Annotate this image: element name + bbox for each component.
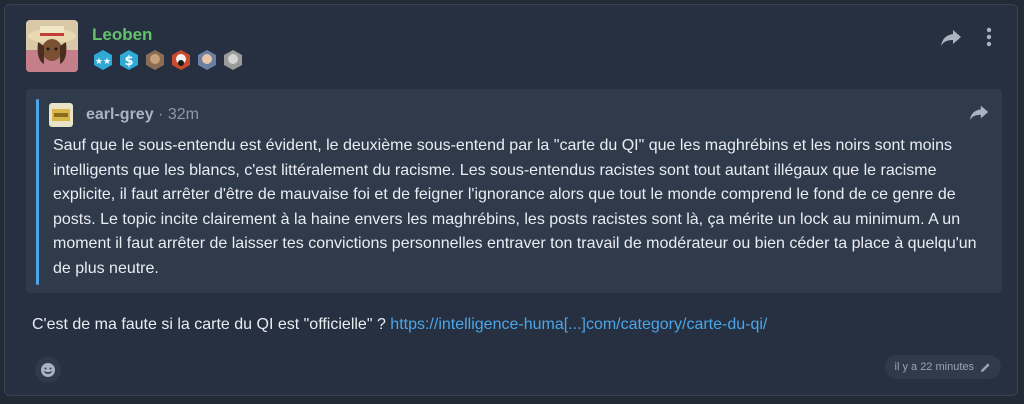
svg-text:★★: ★★ (95, 57, 111, 67)
quote-separator: · (158, 106, 164, 123)
double-star-badge-icon[interactable]: ★★ (92, 49, 114, 71)
avatar-badge-icon[interactable] (196, 49, 218, 71)
reply-text: C'est de ma faute si la carte du QI est … (32, 316, 767, 334)
edited-time-text: il y a 22 minutes (894, 361, 974, 373)
post-card: Leoben ★★ $ earl-grey · 32m Sauf que le … (4, 4, 1018, 396)
avatar-badge-icon[interactable] (222, 49, 244, 71)
dollar-badge-icon[interactable]: $ (118, 49, 140, 71)
quote-text: Sauf que le sous-entendu est évident, le… (53, 137, 977, 277)
quote-meta: earl-grey · 32m (86, 106, 199, 124)
quote-time[interactable]: 32m (168, 106, 199, 123)
smiley-icon (41, 363, 55, 377)
username[interactable]: Leoben (92, 25, 152, 45)
pencil-icon (980, 362, 990, 372)
reply-body: C'est de ma faute si la carte du QI est … (32, 316, 386, 333)
more-options-icon[interactable] (981, 25, 997, 49)
user-avatar[interactable] (26, 20, 78, 72)
edited-timestamp[interactable]: il y a 22 minutes (884, 355, 1001, 379)
quote-author[interactable]: earl-grey (86, 106, 154, 123)
badge-list: ★★ $ (92, 49, 244, 71)
share-icon[interactable] (939, 25, 963, 49)
quoted-message: earl-grey · 32m Sauf que le sous-entendu… (26, 89, 1002, 293)
avatar-badge-icon[interactable] (170, 49, 192, 71)
quote-author-avatar[interactable] (49, 103, 73, 127)
share-icon[interactable] (968, 101, 990, 123)
avatar-badge-icon[interactable] (144, 49, 166, 71)
reply-link[interactable]: https://intelligence-huma[...]com/catego… (390, 316, 767, 333)
quote-bar (36, 99, 39, 285)
add-reaction-button[interactable] (35, 357, 61, 383)
svg-text:$: $ (124, 54, 133, 69)
